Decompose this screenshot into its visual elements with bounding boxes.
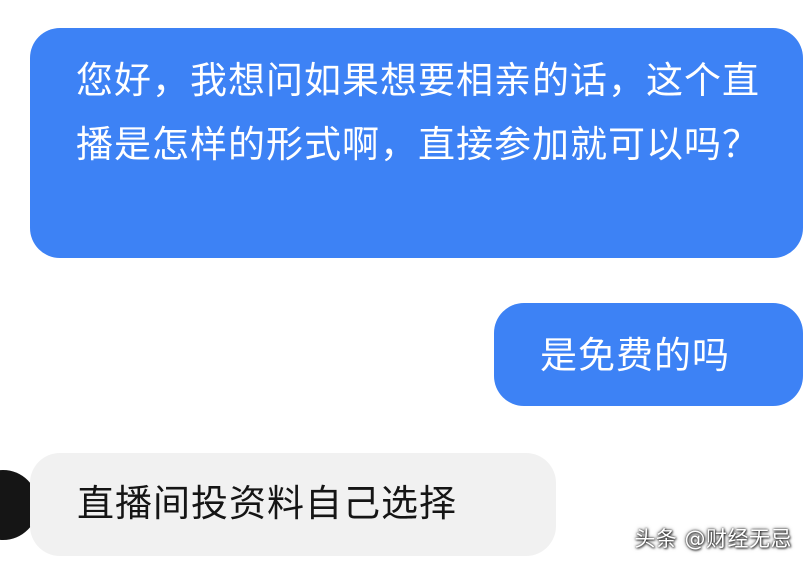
chat-conversation: 您好，我想问如果想要相亲的话，这个直播是怎样的形式啊，直接参加就可以吗？ 是免费… <box>0 0 808 563</box>
outgoing-message-bubble[interactable]: 您好，我想问如果想要相亲的话，这个直播是怎样的形式啊，直接参加就可以吗？ <box>30 28 803 258</box>
watermark-text: 头条 @财经无忌 <box>634 527 792 551</box>
incoming-message-bubble[interactable]: 直播间投资料自己选择 <box>30 453 556 556</box>
outgoing-message-bubble[interactable]: 是免费的吗 <box>494 303 803 406</box>
